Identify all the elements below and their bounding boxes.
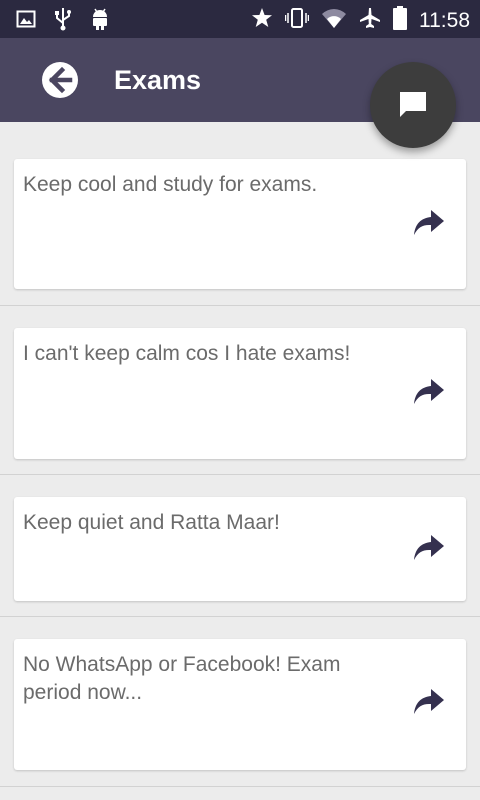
back-button[interactable] bbox=[40, 60, 80, 100]
quote-card[interactable]: No WhatsApp or Facebook! Exam period now… bbox=[14, 639, 466, 770]
quote-card[interactable]: Keep quiet and Ratta Maar! bbox=[14, 497, 466, 601]
airplane-icon bbox=[359, 7, 381, 34]
wifi-icon bbox=[321, 7, 347, 34]
quote-text: I can't keep calm cos I hate exams! bbox=[23, 342, 351, 365]
usb-icon bbox=[54, 7, 72, 36]
status-time: 11:58 bbox=[419, 8, 470, 32]
list-item: Keep cool and study for exams. bbox=[0, 122, 480, 306]
share-button[interactable] bbox=[412, 377, 446, 407]
share-button[interactable] bbox=[412, 208, 446, 238]
back-arrow-icon bbox=[40, 62, 80, 104]
android-icon bbox=[90, 7, 110, 36]
quote-text: Keep cool and study for exams. bbox=[23, 173, 318, 196]
vibrate-icon bbox=[284, 7, 310, 34]
share-button[interactable] bbox=[412, 687, 446, 717]
list-item: I can't keep calm cos I hate exams! bbox=[0, 306, 480, 475]
share-icon bbox=[412, 379, 446, 411]
share-icon bbox=[412, 535, 446, 567]
share-icon bbox=[412, 689, 446, 721]
list-item: No WhatsApp or Facebook! Exam period now… bbox=[0, 617, 480, 787]
quote-card[interactable]: I can't keep calm cos I hate exams! bbox=[14, 328, 466, 459]
chat-fab-button[interactable] bbox=[370, 62, 456, 148]
share-icon bbox=[412, 210, 446, 242]
share-button[interactable] bbox=[412, 533, 446, 563]
quote-card[interactable]: Keep cool and study for exams. bbox=[14, 159, 466, 289]
star-icon bbox=[251, 7, 273, 34]
battery-icon bbox=[393, 6, 407, 35]
status-bar: 11:58 bbox=[0, 0, 480, 38]
page-title: Exams bbox=[114, 65, 202, 95]
quote-text: No WhatsApp or Facebook! Exam period now… bbox=[23, 653, 341, 704]
image-icon bbox=[16, 9, 36, 34]
list-item: Keep quiet and Ratta Maar! bbox=[0, 475, 480, 617]
quote-text: Keep quiet and Ratta Maar! bbox=[23, 511, 280, 534]
